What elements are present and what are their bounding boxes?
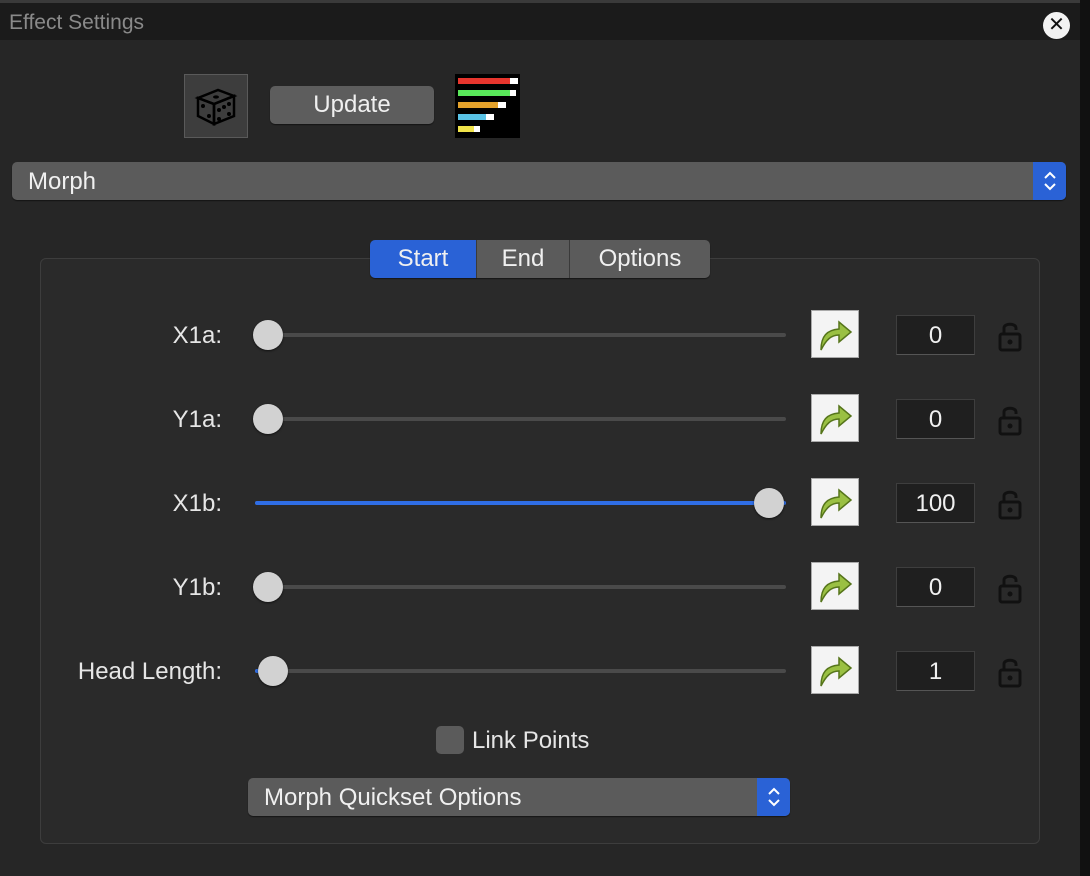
param-value-field[interactable]: 1	[896, 651, 975, 691]
slider-knob[interactable]	[754, 488, 784, 518]
tab-bar: Start End Options	[370, 240, 710, 278]
redo-arrow-icon	[820, 572, 853, 603]
slider-fill	[255, 501, 786, 505]
param-slider[interactable]	[255, 501, 786, 505]
param-row-x1b: X1b: 100	[0, 478, 1090, 528]
redo-arrow-icon	[820, 404, 853, 435]
bar-mark	[458, 90, 510, 96]
effect-bars-icon[interactable]	[455, 74, 520, 138]
slider-knob[interactable]	[253, 320, 283, 350]
close-icon: ✕	[1048, 14, 1065, 36]
effect-select-value: Morph	[28, 168, 97, 195]
redo-arrow-icon	[820, 488, 853, 519]
param-label: X1a:	[172, 322, 222, 349]
reset-button[interactable]	[811, 394, 859, 442]
close-button[interactable]: ✕	[1043, 12, 1070, 39]
padlock-open-icon	[998, 406, 1022, 436]
bar-mark-tail	[510, 78, 518, 84]
param-slider[interactable]	[255, 585, 786, 589]
effect-settings-window: Effect Settings ✕ Update Morph Start End…	[0, 0, 1090, 876]
param-label: Head Length:	[77, 658, 222, 685]
bar-mark	[458, 126, 474, 132]
unlock-icon[interactable]	[996, 656, 1024, 688]
title-bar: Effect Settings ✕	[0, 0, 1080, 40]
update-button[interactable]: Update	[270, 86, 434, 124]
tab-start[interactable]: Start	[370, 240, 476, 278]
quickset-select-stepper[interactable]	[757, 778, 790, 816]
redo-arrow-icon	[820, 320, 853, 351]
param-value-field[interactable]: 0	[896, 567, 975, 607]
link-points-checkbox[interactable]	[436, 726, 464, 754]
chevron-up-down-icon	[767, 787, 780, 807]
param-label: Y1b:	[172, 574, 222, 601]
unlock-icon[interactable]	[996, 488, 1024, 520]
bar-mark	[458, 102, 498, 108]
link-points-label: Link Points	[472, 727, 590, 754]
unlock-icon[interactable]	[996, 572, 1024, 604]
bar-mark-tail	[498, 102, 506, 108]
quickset-select-value: Morph Quickset Options	[264, 784, 522, 811]
slider-knob[interactable]	[253, 572, 283, 602]
chevron-up-down-icon	[1043, 171, 1056, 191]
bar-mark-tail	[474, 126, 480, 132]
effect-select-stepper[interactable]	[1033, 162, 1066, 200]
param-label: Y1a:	[172, 406, 222, 433]
bar-mark	[458, 78, 510, 84]
padlock-open-icon	[998, 658, 1022, 688]
unlock-icon[interactable]	[996, 404, 1024, 436]
param-slider[interactable]	[255, 669, 786, 673]
bar-mark-tail	[510, 90, 516, 96]
reset-button[interactable]	[811, 478, 859, 526]
effect-select[interactable]: Morph	[12, 162, 1066, 200]
reset-button[interactable]	[811, 646, 859, 694]
padlock-open-icon	[998, 574, 1022, 604]
padlock-open-icon	[998, 490, 1022, 520]
unlock-icon[interactable]	[996, 320, 1024, 352]
param-row-y1b: Y1b: 0	[0, 562, 1090, 612]
param-row-head-length: Head Length: 1	[0, 646, 1090, 696]
redo-arrow-icon	[820, 656, 853, 687]
tab-options[interactable]: Options	[569, 240, 710, 278]
reset-button[interactable]	[811, 310, 859, 358]
bar-mark	[458, 114, 486, 120]
param-value-field[interactable]: 0	[896, 315, 975, 355]
window-title: Effect Settings	[9, 11, 145, 34]
reset-button[interactable]	[811, 562, 859, 610]
param-slider[interactable]	[255, 417, 786, 421]
padlock-open-icon	[998, 322, 1022, 352]
dice-icon	[194, 88, 238, 127]
param-label: X1b:	[172, 490, 222, 517]
param-value-field[interactable]: 100	[896, 483, 975, 523]
param-value-field[interactable]: 0	[896, 399, 975, 439]
randomize-button[interactable]	[184, 74, 248, 138]
param-row-y1a: Y1a: 0	[0, 394, 1090, 444]
tab-end[interactable]: End	[476, 240, 569, 278]
quickset-select[interactable]: Morph Quickset Options	[248, 778, 790, 816]
param-slider[interactable]	[255, 333, 786, 337]
slider-knob[interactable]	[253, 404, 283, 434]
param-row-x1a: X1a: 0	[0, 310, 1090, 360]
bar-mark-tail	[486, 114, 494, 120]
slider-knob[interactable]	[258, 656, 288, 686]
